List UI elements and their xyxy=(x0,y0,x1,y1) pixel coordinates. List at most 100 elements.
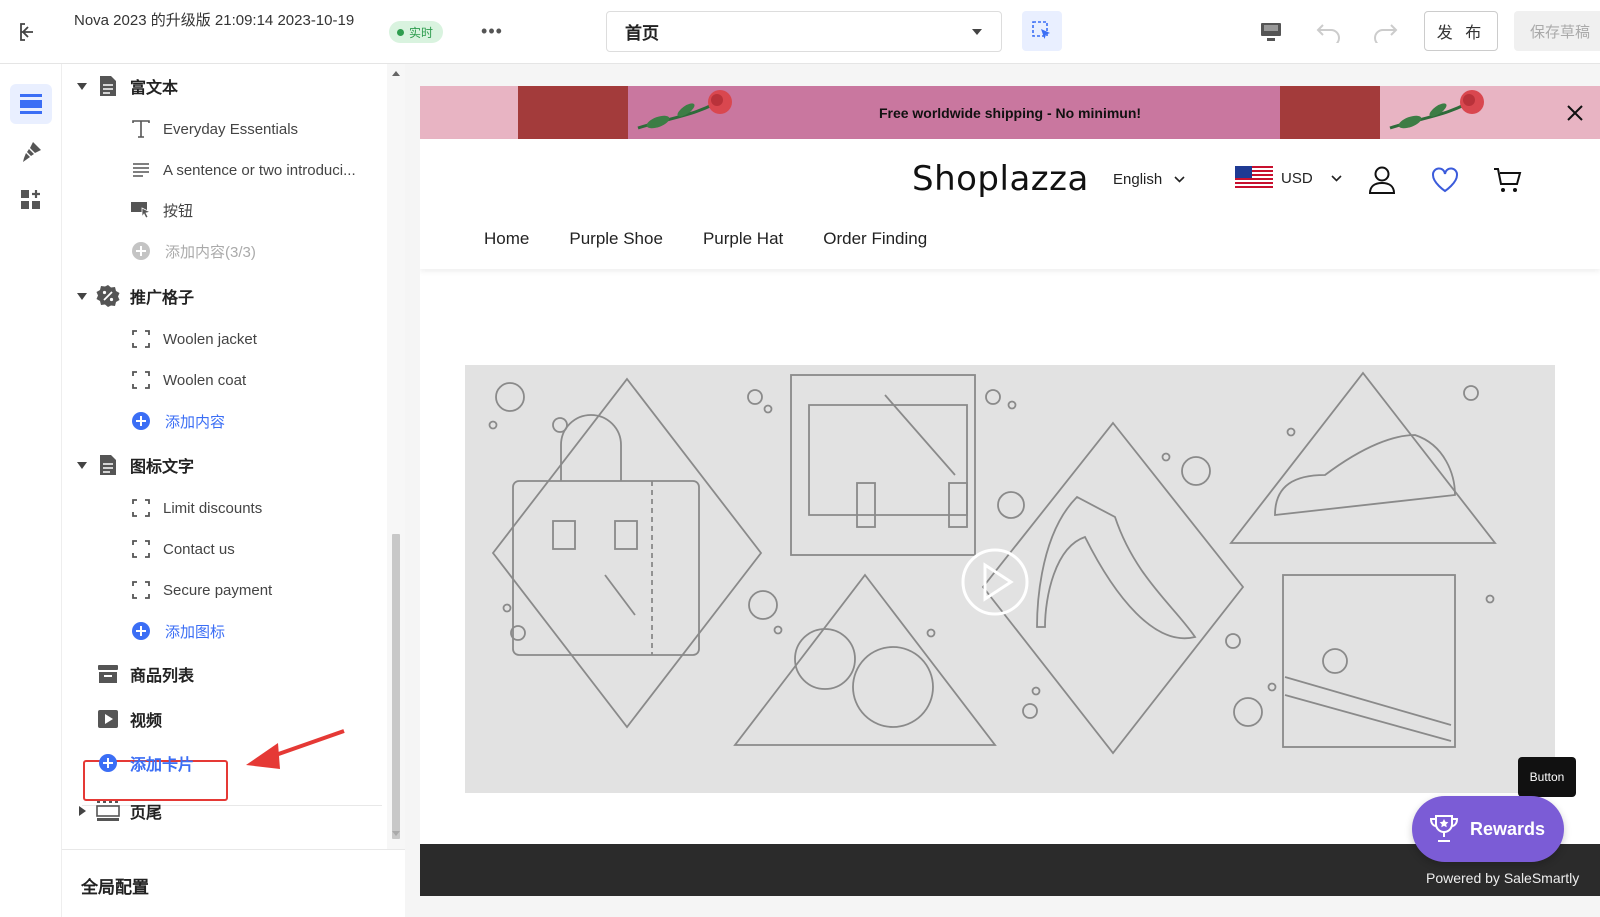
save-draft-button[interactable]: 保存草稿 xyxy=(1514,11,1600,51)
announcement-band xyxy=(420,86,518,139)
shopping-cart-icon[interactable] xyxy=(1492,165,1522,195)
block-row[interactable]: Woolen coat xyxy=(62,360,387,400)
block-label: Everyday Essentials xyxy=(163,120,299,138)
scroll-up-arrow-icon[interactable] xyxy=(392,70,400,78)
caret-down-icon[interactable] xyxy=(76,459,88,471)
annotation-arrow-icon xyxy=(246,729,345,769)
rewards-button[interactable]: Rewards xyxy=(1412,796,1564,862)
publish-button[interactable]: 发 布 xyxy=(1424,11,1498,51)
add-content-row[interactable]: 添加内容(3/3) xyxy=(62,231,387,271)
section-footer[interactable]: 页尾 xyxy=(62,791,387,831)
block-row[interactable]: Woolen jacket xyxy=(62,319,387,359)
add-icon-label: 添加图标 xyxy=(165,623,226,641)
rail-apps-button[interactable] xyxy=(10,180,52,220)
redo-icon xyxy=(1374,24,1398,43)
trophy-star-icon xyxy=(1430,815,1458,842)
desktop-view-button[interactable] xyxy=(1256,17,1286,47)
main-navigation: Home Purple Shoe Purple Hat Order Findin… xyxy=(484,229,927,249)
block-row[interactable]: Secure payment xyxy=(62,570,387,610)
section-icon-text[interactable]: 图标文字 xyxy=(62,445,387,485)
nav-link-home[interactable]: Home xyxy=(484,229,529,249)
frame-corners-icon xyxy=(130,538,152,560)
frame-corners-icon xyxy=(130,328,152,350)
section-label: 页尾 xyxy=(130,805,163,822)
global-config[interactable]: 全局配置 xyxy=(62,849,405,917)
archive-box-icon xyxy=(96,662,120,686)
language-label: English xyxy=(1113,171,1163,188)
frame-corners-icon xyxy=(130,369,152,391)
plus-circle-icon xyxy=(130,620,152,642)
section-tree-panel: 富文本 Everyday Essentials A sentence or tw… xyxy=(62,64,405,917)
undo-icon xyxy=(1316,24,1340,43)
block-label: Woolen coat xyxy=(163,371,247,389)
section-label: 商品列表 xyxy=(130,668,195,685)
scroll-down-arrow-icon[interactable] xyxy=(392,829,400,837)
block-label: Contact us xyxy=(163,540,235,558)
page-select-dropdown[interactable]: 首页 xyxy=(606,11,1002,52)
add-content-row[interactable]: 添加内容 xyxy=(62,401,387,441)
desktop-icon xyxy=(1261,23,1281,41)
add-content-label: 添加内容(3/3) xyxy=(165,243,256,261)
block-row[interactable]: 按钮 xyxy=(62,190,387,230)
top-bar: Nova 2023 的升级版 21:09:14 2023-10-19 实时 ••… xyxy=(0,0,1600,64)
apps-grid-icon xyxy=(21,190,40,209)
block-row[interactable]: Limit discounts xyxy=(62,488,387,528)
preview-canvas: Free worldwide shipping - No minimun! Sh… xyxy=(420,86,1600,896)
chevron-down-icon xyxy=(1174,176,1185,183)
plus-circle-icon xyxy=(96,751,120,775)
scroll-thumb[interactable] xyxy=(392,534,400,839)
language-selector[interactable]: English xyxy=(1113,171,1185,188)
undo-button[interactable] xyxy=(1314,17,1344,47)
section-rich-text[interactable]: 富文本 xyxy=(62,66,387,106)
store-logo[interactable]: Shoplazza xyxy=(912,159,1089,199)
exit-editor-button[interactable] xyxy=(14,18,42,46)
add-card-label: 添加卡片 xyxy=(130,757,195,774)
add-icon-row[interactable]: 添加图标 xyxy=(62,611,387,651)
rail-sections-button[interactable] xyxy=(10,84,52,124)
video-section[interactable] xyxy=(465,365,1555,793)
announcement-band xyxy=(1280,86,1380,139)
store-preview: Free worldwide shipping - No minimun! Sh… xyxy=(405,64,1600,917)
block-label: A sentence or two introduci... xyxy=(163,161,356,179)
nav-link-purple-hat[interactable]: Purple Hat xyxy=(703,229,783,249)
announcement-text: Free worldwide shipping - No minimun! xyxy=(878,104,1142,121)
exit-icon xyxy=(20,23,33,41)
nav-link-order-finding[interactable]: Order Finding xyxy=(823,229,927,249)
more-options-button[interactable]: ••• xyxy=(478,18,506,44)
us-flag-icon xyxy=(1235,166,1273,190)
block-label: Limit discounts xyxy=(163,499,263,517)
section-promo-grid[interactable]: 推广格子 xyxy=(62,276,387,316)
section-product-list[interactable]: 商品列表 xyxy=(62,654,387,694)
add-content-label: 添加内容 xyxy=(165,413,226,431)
block-row[interactable]: Contact us xyxy=(62,529,387,569)
section-label: 富文本 xyxy=(130,80,179,97)
paint-brush-icon xyxy=(23,142,41,162)
nav-link-purple-shoe[interactable]: Purple Shoe xyxy=(569,229,663,249)
paragraph-icon xyxy=(130,159,152,181)
block-label: Woolen jacket xyxy=(163,330,257,348)
close-icon[interactable] xyxy=(1564,102,1586,124)
announcement-bar[interactable]: Free worldwide shipping - No minimun! xyxy=(420,86,1600,139)
block-row[interactable]: Everyday Essentials xyxy=(62,109,387,149)
wishlist-heart-icon[interactable] xyxy=(1430,165,1460,195)
rail-theme-style-button[interactable] xyxy=(10,132,52,172)
frame-corners-icon xyxy=(130,579,152,601)
block-row[interactable]: A sentence or two introduci... xyxy=(62,150,387,190)
caret-right-icon[interactable] xyxy=(76,805,88,817)
rewards-label: Rewards xyxy=(1470,818,1546,839)
element-select-button[interactable] xyxy=(1022,11,1062,51)
discount-badge-icon xyxy=(96,284,120,308)
layout-sections-icon xyxy=(20,94,42,114)
caret-down-icon[interactable] xyxy=(76,290,88,302)
redo-button[interactable] xyxy=(1370,17,1400,47)
user-account-icon[interactable] xyxy=(1367,165,1397,195)
tree-scrollbar[interactable] xyxy=(387,64,405,869)
text-type-icon xyxy=(130,118,152,140)
currency-label: USD xyxy=(1281,169,1313,187)
currency-selector[interactable]: USD xyxy=(1235,166,1342,190)
section-label: 推广格子 xyxy=(130,290,195,307)
widget-tooltip: Button xyxy=(1518,757,1576,797)
frame-corners-icon xyxy=(130,497,152,519)
cursor-select-icon xyxy=(1032,21,1050,39)
caret-down-icon[interactable] xyxy=(76,80,88,92)
